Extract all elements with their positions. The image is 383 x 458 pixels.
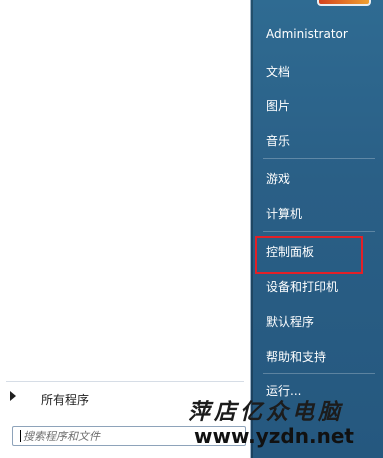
menu-item-label: 设备和打印机 xyxy=(266,280,339,294)
menu-item-label: 计算机 xyxy=(266,207,303,221)
divider xyxy=(6,381,244,382)
menu-item-computer[interactable]: 计算机 xyxy=(258,200,376,224)
separator xyxy=(263,231,375,232)
menu-item-administrator[interactable]: Administrator xyxy=(258,22,376,46)
menu-item-devices-printers[interactable]: 设备和打印机 xyxy=(258,273,376,297)
menu-item-label: 文档 xyxy=(266,65,291,79)
menu-item-games[interactable]: 游戏 xyxy=(258,165,376,189)
menu-item-documents[interactable]: 文档 xyxy=(258,58,376,82)
places-pane: Administrator 文档 图片 音乐 游戏 计算机 控制面板 设备和打印… xyxy=(251,0,383,458)
watermark-url: www.yzdn.net xyxy=(194,424,354,448)
text-cursor xyxy=(20,430,21,442)
separator xyxy=(263,373,375,374)
menu-item-label: 默认程序 xyxy=(266,315,315,329)
menu-item-label: 游戏 xyxy=(266,172,291,186)
all-programs-label: 所有程序 xyxy=(41,393,90,407)
pane-edge xyxy=(251,0,253,458)
menu-item-label: 图片 xyxy=(266,99,291,113)
menu-item-label: Administrator xyxy=(266,27,348,41)
watermark-title: 萍店亿众电脑 xyxy=(188,399,345,425)
menu-item-label: 音乐 xyxy=(266,134,291,148)
menu-item-music[interactable]: 音乐 xyxy=(258,127,376,151)
triangle-right-icon xyxy=(10,391,16,401)
programs-pane: 所有程序 xyxy=(0,0,251,458)
user-avatar[interactable] xyxy=(317,0,371,6)
menu-item-help-support[interactable]: 帮助和支持 xyxy=(258,343,376,367)
highlight-box xyxy=(255,236,363,274)
menu-item-pictures[interactable]: 图片 xyxy=(258,92,376,116)
separator xyxy=(263,158,375,159)
watermark: 萍店亿众电脑 www.yzdn.net xyxy=(186,394,383,454)
menu-item-label: 帮助和支持 xyxy=(266,350,327,364)
menu-item-default-programs[interactable]: 默认程序 xyxy=(258,308,376,332)
